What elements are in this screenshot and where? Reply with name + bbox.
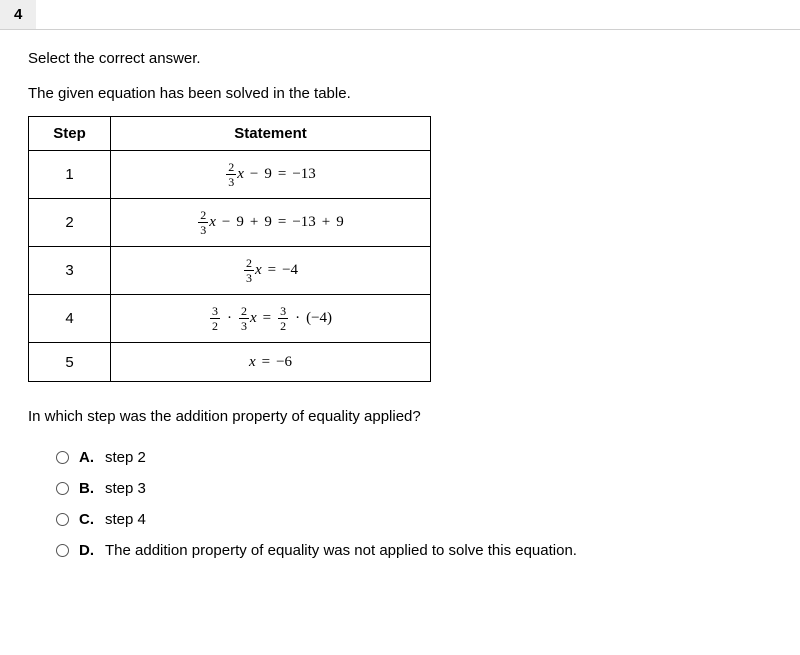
option-text: step 4 [105, 511, 772, 528]
cell-step: 1 [29, 151, 111, 199]
option-b[interactable]: B. step 3 [56, 480, 772, 497]
option-text: step 3 [105, 480, 772, 497]
instruction-text: Select the correct answer. [28, 50, 772, 67]
option-d[interactable]: D. The addition property of equality was… [56, 542, 772, 559]
question-text: In which step was the addition property … [28, 408, 772, 425]
cell-step: 4 [29, 295, 111, 343]
table-row: 5 x=−6 [29, 343, 431, 382]
radio-icon[interactable] [56, 482, 69, 495]
radio-icon[interactable] [56, 544, 69, 557]
cell-statement: x=−6 [111, 343, 431, 382]
option-letter: C. [79, 511, 105, 528]
option-letter: A. [79, 449, 105, 466]
table-row: 3 23x=−4 [29, 247, 431, 295]
cell-statement: 23x−9+9=−13+9 [111, 199, 431, 247]
table-row: 4 32·23x=32·(−4) [29, 295, 431, 343]
table-row: 1 23x−9=−13 [29, 151, 431, 199]
radio-icon[interactable] [56, 451, 69, 464]
question-number: 4 [0, 0, 36, 29]
cell-statement: 23x=−4 [111, 247, 431, 295]
cell-step: 3 [29, 247, 111, 295]
prompt-text: The given equation has been solved in th… [28, 85, 772, 102]
header-statement: Statement [111, 117, 431, 151]
option-letter: D. [79, 542, 105, 559]
option-text: The addition property of equality was no… [105, 542, 772, 559]
cell-statement: 23x−9=−13 [111, 151, 431, 199]
radio-icon[interactable] [56, 513, 69, 526]
table-header-row: Step Statement [29, 117, 431, 151]
solution-table: Step Statement 1 23x−9=−13 2 23x−9+9=−13… [28, 116, 431, 382]
option-c[interactable]: C. step 4 [56, 511, 772, 528]
question-content: Select the correct answer. The given equ… [0, 50, 800, 559]
cell-statement: 32·23x=32·(−4) [111, 295, 431, 343]
header-step: Step [29, 117, 111, 151]
option-text: step 2 [105, 449, 772, 466]
cell-step: 5 [29, 343, 111, 382]
cell-step: 2 [29, 199, 111, 247]
table-row: 2 23x−9+9=−13+9 [29, 199, 431, 247]
option-letter: B. [79, 480, 105, 497]
answer-options: A. step 2 B. step 3 C. step 4 D. The add… [28, 449, 772, 559]
option-a[interactable]: A. step 2 [56, 449, 772, 466]
